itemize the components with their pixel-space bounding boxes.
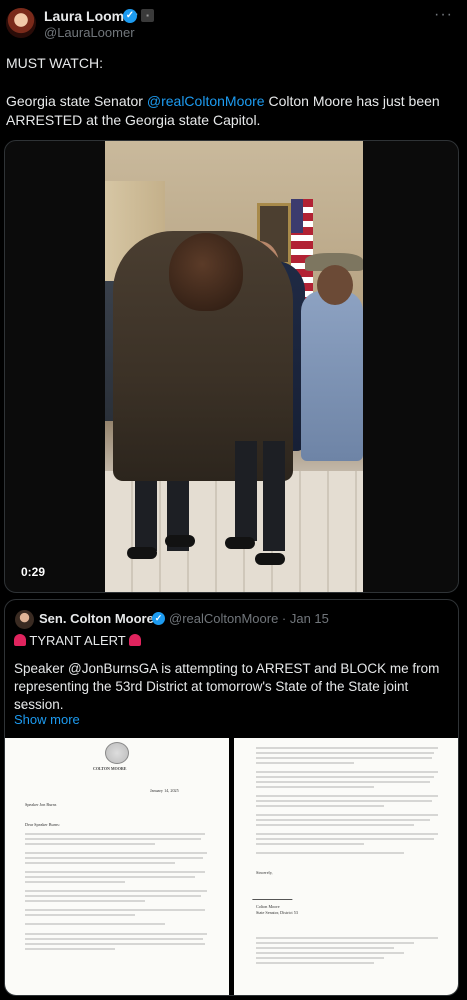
quoted-author-avatar[interactable] xyxy=(15,610,34,629)
letter-signer: Colton Moore xyxy=(256,904,280,909)
video-timestamp: 0:29 xyxy=(21,565,46,579)
letter-body-lines xyxy=(25,833,207,950)
mention-link[interactable]: @realColtonMoore xyxy=(147,93,265,109)
quoted-headline-text: TYRANT ALERT xyxy=(29,633,126,648)
tweet-text-pre: Georgia state Senator xyxy=(6,93,147,109)
quoted-author-name[interactable]: Sen. Colton Moore xyxy=(39,611,154,626)
video-frame xyxy=(105,141,363,592)
letter-image-page1[interactable]: COLTON MOORE January 14, 2025 Speaker Jo… xyxy=(5,738,229,995)
siren-icon xyxy=(129,634,142,646)
letter-signer-title: State Senator, District 53 xyxy=(256,910,298,915)
verified-badge-icon: ✓ xyxy=(152,612,165,625)
video-player[interactable]: 0:29 xyxy=(4,140,459,593)
quoted-headline: TYRANT ALERT xyxy=(14,633,142,648)
letter-closing: Sincerely, xyxy=(256,870,273,875)
siren-icon xyxy=(14,634,26,646)
quoted-author-handle[interactable]: @realColtonMoore · Jan 15 xyxy=(169,611,329,626)
more-options-icon[interactable]: ··· xyxy=(434,6,453,24)
quoted-body: Speaker @JonBurnsGA is attempting to ARR… xyxy=(14,661,440,712)
signature-image xyxy=(252,890,296,900)
show-more-link[interactable]: Show more xyxy=(14,712,80,727)
verified-badge-icon: ✓ xyxy=(123,9,137,23)
author-handle[interactable]: @LauraLoomer xyxy=(44,25,135,40)
quoted-tweet[interactable]: Sen. Colton Moore ✓ @realColtonMoore · J… xyxy=(4,599,459,996)
letter-body-lines xyxy=(256,747,438,964)
tweet-header: Laura Loomer ✓ ▪ @LauraLoomer ··· xyxy=(0,0,467,44)
tweet-text: Georgia state Senator @realColtonMoore C… xyxy=(6,92,461,130)
quoted-ellipsis: ... xyxy=(14,696,25,711)
author-avatar[interactable] xyxy=(6,8,36,38)
letter-image-page2[interactable]: Sincerely, Colton Moore State Senator, D… xyxy=(234,738,458,995)
tweet-text-line1: MUST WATCH: xyxy=(6,55,103,71)
affiliate-badge-icon: ▪ xyxy=(141,9,154,22)
